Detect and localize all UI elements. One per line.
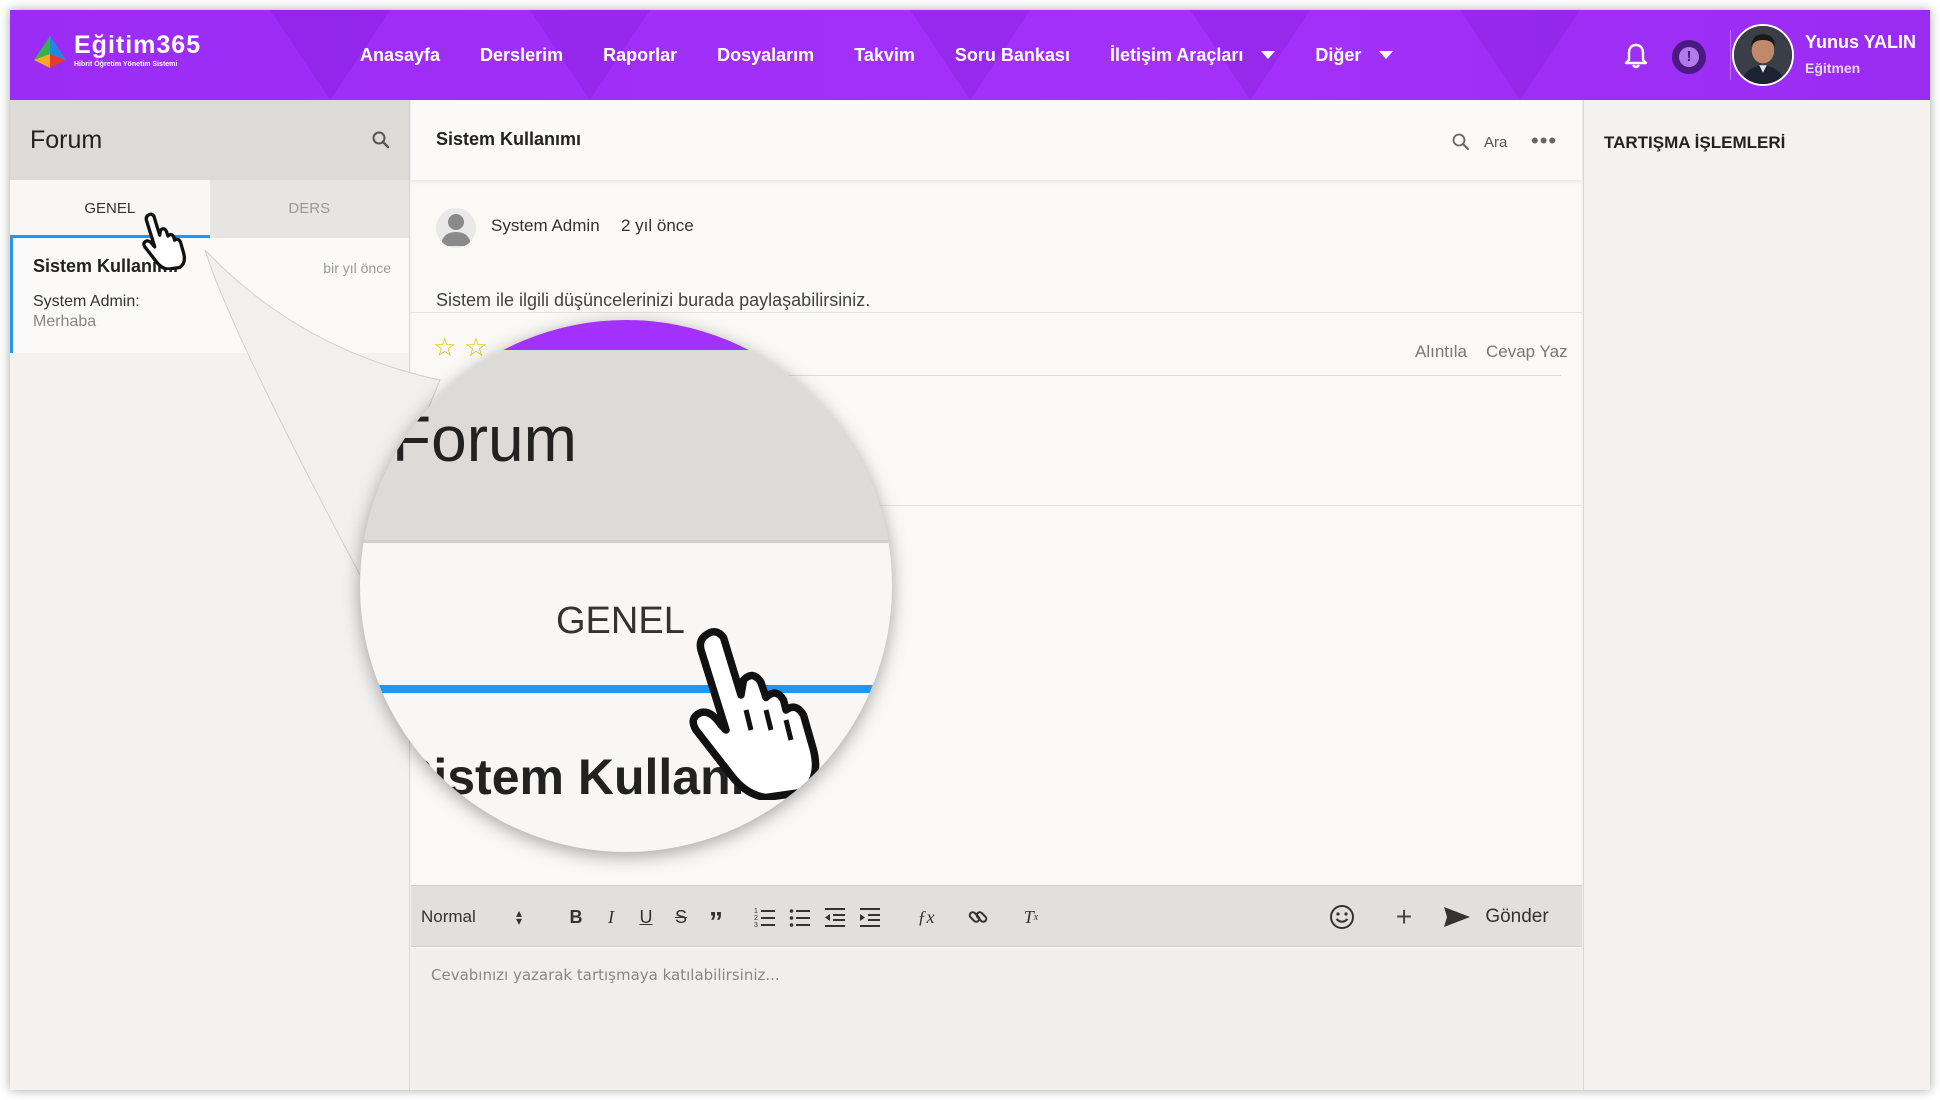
brand-subtitle: Hibrit Öğretim Yönetim Sistemi <box>74 61 178 68</box>
search-icon[interactable] <box>1451 132 1471 152</box>
nav-label: İletişim Araçları <box>1109 44 1244 65</box>
post-avatar <box>436 208 476 248</box>
divider <box>360 540 892 543</box>
reply-button[interactable]: Cevap Yaz <box>1486 342 1568 362</box>
indent-icon[interactable] <box>859 906 881 928</box>
nav-item-derslerim[interactable]: Derslerim <box>480 45 563 66</box>
more-options-icon[interactable]: ••• <box>1531 128 1557 154</box>
editor-placeholder: Cevabınızı yazarak tartışmaya katılabili… <box>431 966 780 984</box>
alert-icon: ! <box>1679 47 1699 67</box>
svg-text:3: 3 <box>754 922 758 928</box>
forum-sidebar: Forum GENEL DERS Sistem Kullanımı bir yı… <box>10 100 410 1090</box>
user-avatar[interactable] <box>1732 24 1794 86</box>
quote-button[interactable]: Alıntıla <box>1415 342 1467 362</box>
bell-icon[interactable] <box>1623 42 1649 70</box>
user-name[interactable]: Yunus YALIN <box>1805 32 1916 53</box>
thread-message: Merhaba <box>33 313 97 330</box>
nav-item-takvim[interactable]: Takvim <box>854 45 915 66</box>
nav-item-raporlar[interactable]: Raporlar <box>603 45 677 66</box>
search-label[interactable]: Ara <box>1484 134 1507 151</box>
svg-text:2: 2 <box>754 915 758 922</box>
blockquote-icon[interactable]: ” <box>701 886 731 948</box>
nav-item-soru-bankasi[interactable]: Soru Bankası <box>955 45 1070 66</box>
nav-label: Raporlar <box>603 44 678 65</box>
search-icon[interactable] <box>371 130 391 150</box>
clear-format-icon[interactable]: Tx <box>1016 886 1046 948</box>
svg-text:1: 1 <box>754 908 758 915</box>
brand-logo[interactable]: Eğitim365 Hibrit Öğretim Yönetim Sistemi <box>30 32 201 72</box>
zoom-forum-title: Forum <box>392 403 577 475</box>
alert-button[interactable]: ! <box>1672 40 1706 74</box>
tab-ders[interactable]: DERS <box>210 180 410 238</box>
outdent-icon[interactable] <box>824 906 846 928</box>
zoom-topbar <box>360 320 892 350</box>
caret-down-icon <box>1261 51 1276 59</box>
send-icon[interactable] <box>1443 905 1471 929</box>
discussion-header: Sistem Kullanımı Ara ••• <box>411 100 1582 180</box>
nav-item-diger[interactable]: Diğer <box>1315 44 1394 66</box>
nav-label: Takvim <box>854 44 915 65</box>
hand-pointer-icon <box>689 628 820 800</box>
thread-list-item[interactable]: Sistem Kullanımı bir yıl önce System Adm… <box>10 238 409 353</box>
brand-name: Eğitim365 <box>74 31 202 59</box>
emoji-icon[interactable] <box>1329 904 1355 930</box>
nav-item-anasayfa[interactable]: Anasayfa <box>360 45 440 66</box>
post-author[interactable]: System Admin <box>491 216 600 236</box>
italic-button[interactable]: I <box>596 886 626 948</box>
post-body: Sistem ile ilgili düşüncelerinizi burada… <box>436 290 871 310</box>
post-time: 2 yıl önce <box>621 216 694 235</box>
link-icon[interactable] <box>967 906 989 928</box>
forum-tabs: GENEL DERS <box>10 180 409 238</box>
thread-time: bir yıl önce <box>323 260 391 276</box>
editor-toolbar: Normal ▴ ▾ B I U S ” 1 2 3 ƒx T x + Gönd… <box>411 885 1582 947</box>
underline-button[interactable]: U <box>631 886 661 948</box>
thread-author: System Admin: <box>33 293 140 310</box>
tab-genel[interactable]: GENEL <box>10 180 210 238</box>
main-nav: Anasayfa Derslerim Raporlar Dosyalarım T… <box>360 10 1433 100</box>
zoom-forum-header: Forum <box>360 320 892 542</box>
nav-label: Anasayfa <box>360 44 441 65</box>
forum-header: Forum <box>10 100 409 180</box>
divider <box>1730 30 1731 80</box>
caret-down-icon <box>1379 51 1394 59</box>
bullet-list-icon[interactable] <box>789 906 811 928</box>
bold-button[interactable]: B <box>561 886 591 948</box>
zoom-tab-genel: GENEL <box>556 600 685 642</box>
format-select[interactable]: Normal <box>421 886 476 948</box>
formula-icon[interactable]: ƒx <box>911 886 941 948</box>
top-navbar: Eğitim365 Hibrit Öğretim Yönetim Sistemi… <box>10 10 1930 100</box>
user-icon <box>441 214 471 246</box>
discussion-actions-panel: TARTIŞMA İŞLEMLERİ <box>1583 100 1930 1090</box>
strike-button[interactable]: S <box>666 886 696 948</box>
nav-item-iletisim-araclari[interactable]: İletişim Araçları <box>1109 44 1276 66</box>
magnifier-zoom: Forum GENEL Sistem Kullanımı <box>360 320 892 852</box>
app-window: Eğitim365 Hibrit Öğretim Yönetim Sistemi… <box>10 10 1930 1090</box>
ordered-list-icon[interactable]: 1 2 3 <box>754 906 776 928</box>
reply-editor[interactable]: Cevabınızı yazarak tartışmaya katılabili… <box>411 948 1582 1090</box>
nav-label: Soru Bankası <box>954 44 1070 65</box>
forum-title: Forum <box>30 126 103 154</box>
divider <box>411 312 1582 313</box>
discussion-title: Sistem Kullanımı <box>436 129 582 149</box>
nav-label: Dosyalarım <box>717 44 815 65</box>
select-arrows-icon[interactable]: ▴ ▾ <box>516 886 522 948</box>
nav-label: Derslerim <box>480 44 564 65</box>
add-icon[interactable]: + <box>1389 886 1419 948</box>
logo-icon <box>34 36 66 68</box>
user-role: Eğitmen <box>1805 60 1861 76</box>
nav-item-dosyalarim[interactable]: Dosyalarım <box>717 45 814 66</box>
nav-label: Diğer <box>1315 44 1362 65</box>
avatar-image <box>1734 26 1792 84</box>
discussion-actions-title: TARTIŞMA İŞLEMLERİ <box>1604 133 1786 152</box>
send-button[interactable]: Gönder <box>1477 886 1557 948</box>
